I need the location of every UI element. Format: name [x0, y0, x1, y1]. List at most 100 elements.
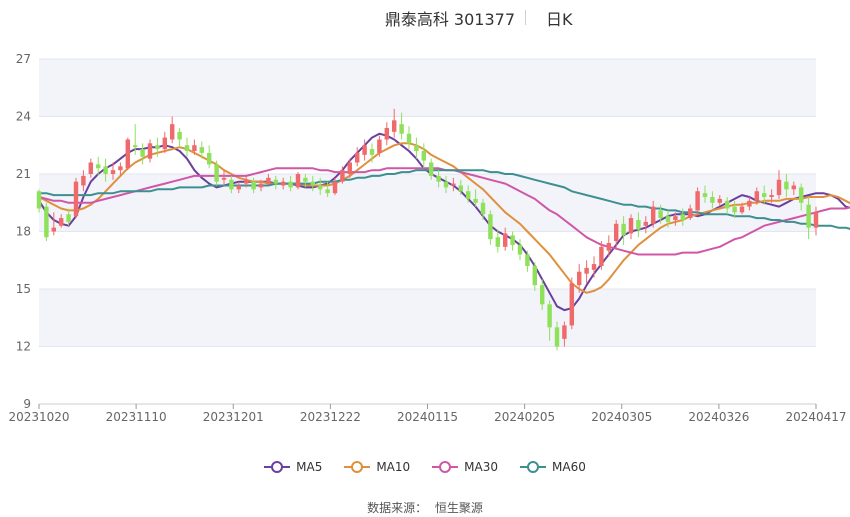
candle-body — [155, 145, 160, 150]
candle-body — [525, 254, 530, 266]
candle-body — [680, 214, 686, 220]
legend-item-ma30[interactable]: MA30 — [432, 458, 498, 476]
candle-body — [288, 181, 293, 188]
candle-body — [66, 214, 71, 222]
candle-body — [732, 206, 737, 213]
plot-band — [39, 59, 816, 117]
candle-body — [465, 191, 471, 199]
x-tick-label: 20240115 — [397, 410, 458, 424]
candlestick-chart: 9121518212427 20231020 20231110 20231201 20… — [8, 52, 850, 424]
candle-body — [199, 147, 205, 153]
y-tick-label: 9 — [23, 397, 31, 411]
candle-body — [428, 162, 434, 176]
candle-body — [58, 218, 64, 226]
legend-label: MA5 — [296, 460, 323, 474]
x-tick-label: 20240305 — [591, 410, 652, 424]
x-tick-label: 20240417 — [785, 410, 846, 424]
y-tick-label: 24 — [16, 110, 31, 124]
candle-body — [473, 198, 478, 203]
candle-body — [569, 283, 575, 326]
candle-body — [377, 139, 382, 153]
candle-body — [132, 145, 138, 148]
candle-body — [266, 177, 271, 184]
candle-body — [798, 187, 804, 203]
candle-body — [384, 128, 390, 140]
candle-body — [813, 212, 819, 228]
legend-item-ma10[interactable]: MA10 — [344, 458, 410, 476]
candle-body — [650, 206, 656, 224]
candle-body — [784, 181, 789, 190]
candle-body — [406, 133, 412, 144]
legend-item-ma60[interactable]: MA60 — [520, 458, 586, 476]
candle-body — [606, 243, 612, 251]
candle-body — [539, 285, 545, 305]
candle-body — [243, 179, 249, 184]
candle-body — [510, 235, 515, 245]
legend-marker — [271, 461, 284, 473]
legend-marker — [527, 461, 540, 473]
y-tick-label: 15 — [16, 282, 31, 296]
candle-body — [702, 193, 708, 197]
legend-label: MA30 — [464, 460, 499, 474]
candle-body — [310, 181, 316, 186]
candle-body — [221, 177, 227, 180]
candle-body — [599, 246, 604, 266]
x-tick-label: 20231201 — [203, 410, 264, 424]
x-axis: 20231020 20231110 20231201 20231222 20240115… — [8, 404, 847, 424]
candle-body — [347, 162, 353, 174]
candle-body — [206, 152, 212, 165]
candle-body — [532, 266, 538, 286]
legend-swatch — [520, 461, 547, 473]
candle-body — [695, 191, 700, 211]
candle-body — [547, 304, 552, 328]
candle-body — [147, 143, 153, 159]
candle-body — [332, 181, 338, 194]
data-source: 数据来源： 恒生聚源 — [0, 499, 850, 516]
candle-body — [658, 210, 663, 219]
candle-body — [769, 195, 774, 197]
y-tick-label: 12 — [16, 340, 31, 354]
x-tick-label: 20240205 — [494, 410, 555, 424]
legend-marker — [351, 461, 364, 473]
legend-swatch — [432, 461, 459, 473]
candle-body — [214, 164, 219, 182]
legend: MA5 MA10 MA30 MA60 — [0, 458, 850, 476]
candle-body — [517, 244, 523, 255]
candle-body — [710, 197, 715, 203]
x-tick-label: 20231110 — [106, 410, 167, 424]
candle-body — [451, 183, 456, 186]
candle-body — [258, 183, 264, 188]
candle-body — [791, 185, 797, 190]
candle-body — [636, 220, 641, 230]
candle-body — [776, 179, 782, 196]
candle-body — [44, 206, 49, 238]
candle-body — [673, 216, 678, 220]
candle-body — [251, 181, 256, 190]
x-tick-label: 20231222 — [300, 410, 361, 424]
legend-label: MA60 — [552, 460, 586, 474]
data-source-value: 恒生聚源 — [434, 501, 483, 515]
candle-body — [325, 189, 330, 194]
legend-swatch — [264, 461, 291, 473]
candle-body — [229, 179, 234, 190]
candle-body — [613, 223, 619, 242]
candle-body — [340, 170, 345, 182]
candle-body — [554, 327, 560, 347]
candle-body — [177, 131, 182, 140]
data-source-label: 数据来源： — [367, 501, 428, 515]
candle-body — [51, 227, 57, 232]
candle-body — [562, 325, 567, 339]
data-source-gap — [427, 501, 435, 515]
candle-body — [140, 149, 145, 157]
candle-body — [36, 191, 42, 209]
y-axis: 9 12 15 18 21 24 27 — [16, 52, 31, 411]
candle-body — [717, 198, 723, 203]
candle-body — [739, 206, 745, 213]
candle-body — [643, 221, 649, 226]
candle-body — [421, 151, 427, 161]
candle-body — [665, 216, 671, 222]
legend-item-ma5[interactable]: MA5 — [264, 458, 322, 476]
legend-swatch — [344, 461, 371, 473]
candle-body — [280, 181, 286, 186]
candle-body — [436, 175, 441, 182]
